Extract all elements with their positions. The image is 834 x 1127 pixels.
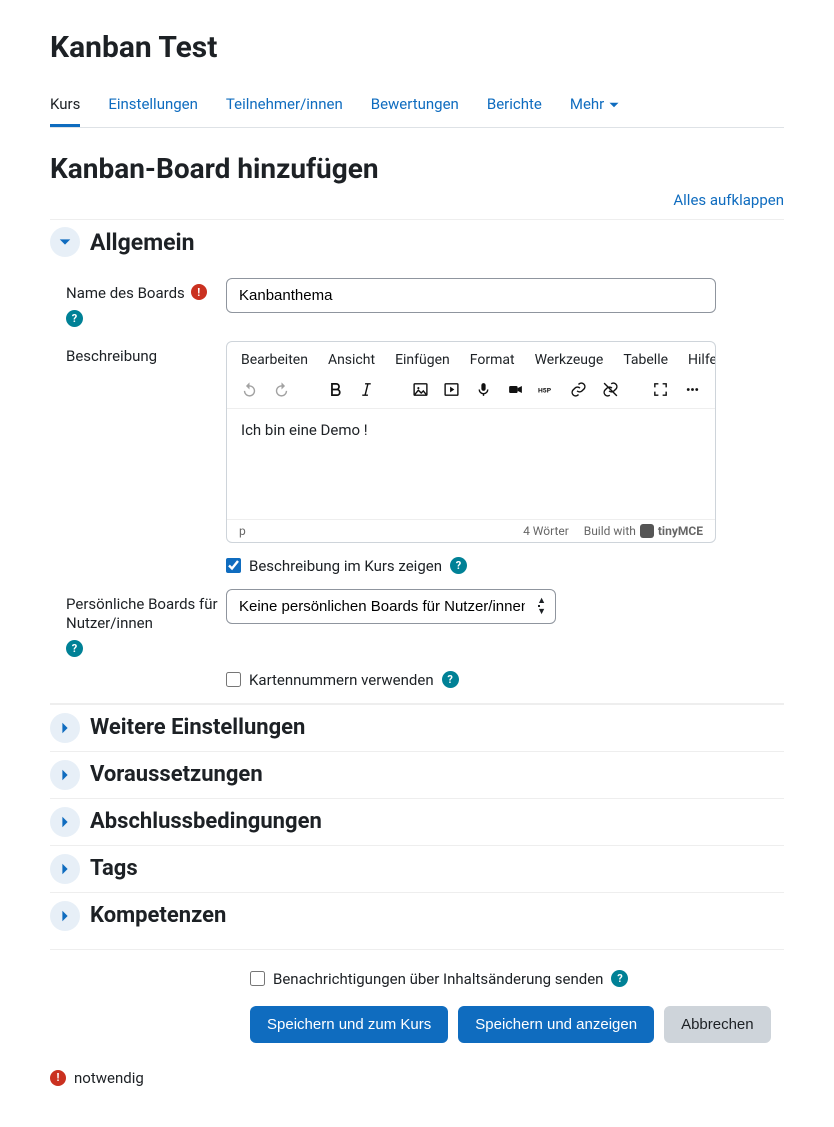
unlink-icon[interactable]	[601, 380, 619, 400]
redo-icon[interactable]	[273, 380, 291, 400]
tab-berichte[interactable]: Berichte	[487, 83, 542, 127]
menu-bearbeiten[interactable]: Bearbeiten	[241, 352, 308, 368]
select-arrows-icon: ▲▼	[537, 595, 546, 617]
word-count: 4 Wörter	[523, 524, 569, 538]
personal-boards-label: Persönliche Boards für Nutzer/innen	[66, 595, 226, 634]
desc-label: Beschreibung	[66, 347, 157, 367]
chevron-right-icon	[58, 862, 72, 876]
personal-boards-select[interactable]: Keine persönlichen Boards für Nutzer/inn…	[226, 589, 556, 624]
editor-toolbar: H5P	[227, 372, 715, 409]
menu-format[interactable]: Format	[470, 352, 515, 368]
tab-einstellungen[interactable]: Einstellungen	[108, 83, 198, 127]
notify-label: Benachrichtigungen über Inhaltsänderung …	[273, 970, 603, 988]
section-title: Abschlussbedingungen	[90, 809, 322, 834]
section-weitere-einstellungen[interactable]: Weitere Einstellungen	[50, 704, 784, 751]
section-title: Tags	[90, 856, 138, 881]
editor-content[interactable]: Ich bin eine Demo !	[227, 409, 715, 519]
link-icon[interactable]	[570, 380, 588, 400]
menu-werkzeuge[interactable]: Werkzeuge	[535, 352, 604, 368]
notify-checkbox[interactable]	[250, 971, 265, 986]
menu-einfuegen[interactable]: Einfügen	[395, 352, 450, 368]
section-title: Kompetenzen	[90, 903, 226, 928]
save-show-button[interactable]: Speichern und anzeigen	[458, 1006, 654, 1043]
chevron-right-icon	[58, 768, 72, 782]
chevron-right-icon	[58, 721, 72, 735]
section-kompetenzen[interactable]: Kompetenzen	[50, 892, 784, 939]
chevron-right-icon	[58, 909, 72, 923]
required-icon: !	[191, 284, 207, 300]
image-icon[interactable]	[412, 380, 430, 400]
menu-tabelle[interactable]: Tabelle	[623, 352, 668, 368]
cancel-button[interactable]: Abbrechen	[664, 1006, 771, 1043]
editor-menubar: Bearbeiten Ansicht Einfügen Format Werkz…	[227, 342, 715, 372]
more-toolbar-icon[interactable]	[683, 380, 701, 400]
show-description-label: Beschreibung im Kurs zeigen	[249, 557, 442, 575]
description-editor: Bearbeiten Ansicht Einfügen Format Werkz…	[226, 341, 716, 543]
help-icon[interactable]: ?	[66, 640, 83, 657]
required-legend-text: notwendig	[74, 1069, 144, 1087]
record-audio-icon[interactable]	[475, 380, 493, 400]
expand-toggle[interactable]	[50, 901, 80, 931]
media-icon[interactable]	[443, 380, 461, 400]
course-tabs: Kurs Einstellungen Teilnehmer/innen Bewe…	[50, 83, 784, 128]
tab-kurs[interactable]: Kurs	[50, 83, 80, 127]
bold-icon[interactable]	[326, 380, 344, 400]
tab-more-label: Mehr	[570, 95, 604, 113]
record-video-icon[interactable]	[506, 380, 524, 400]
h5p-icon[interactable]: H5P	[538, 380, 556, 400]
tab-teilnehmer[interactable]: Teilnehmer/innen	[226, 83, 343, 127]
section-general-header[interactable]: Allgemein	[50, 219, 784, 264]
tinymce-logo-icon	[640, 524, 654, 538]
help-icon[interactable]: ?	[611, 970, 628, 987]
section-voraussetzungen[interactable]: Voraussetzungen	[50, 751, 784, 798]
chevron-right-icon	[58, 815, 72, 829]
page-heading: Kanban-Board hinzufügen	[50, 152, 784, 185]
fullscreen-icon[interactable]	[652, 380, 670, 400]
tab-bewertungen[interactable]: Bewertungen	[371, 83, 459, 127]
editor-path: p	[239, 524, 246, 538]
name-label: Name des Boards	[66, 284, 185, 304]
svg-text:H5P: H5P	[538, 386, 552, 394]
menu-ansicht[interactable]: Ansicht	[328, 352, 375, 368]
menu-hilfe[interactable]: Hilfe	[688, 352, 716, 368]
required-icon: !	[50, 1070, 66, 1086]
help-icon[interactable]: ?	[450, 557, 467, 574]
help-icon[interactable]: ?	[442, 671, 459, 688]
section-title: Voraussetzungen	[90, 762, 263, 787]
expand-toggle[interactable]	[50, 807, 80, 837]
board-name-input[interactable]	[226, 278, 716, 313]
chevron-down-icon	[58, 235, 72, 249]
section-abschlussbedingungen[interactable]: Abschlussbedingungen	[50, 798, 784, 845]
italic-icon[interactable]	[358, 380, 376, 400]
tinymce-badge: Build with tinyMCE	[584, 524, 703, 538]
section-title: Weitere Einstellungen	[90, 715, 305, 740]
card-numbers-checkbox[interactable]	[226, 672, 241, 687]
tab-more[interactable]: Mehr	[570, 83, 620, 127]
section-general-title: Allgemein	[90, 229, 195, 256]
show-description-checkbox[interactable]	[226, 558, 241, 573]
expand-toggle[interactable]	[50, 854, 80, 884]
section-tags[interactable]: Tags	[50, 845, 784, 892]
expand-toggle[interactable]	[50, 760, 80, 790]
collapse-toggle[interactable]	[50, 227, 80, 257]
save-return-button[interactable]: Speichern und zum Kurs	[250, 1006, 448, 1043]
undo-icon[interactable]	[241, 380, 259, 400]
help-icon[interactable]: ?	[66, 310, 83, 327]
course-title: Kanban Test	[50, 30, 784, 65]
chevron-down-icon	[608, 99, 620, 111]
card-numbers-label: Kartennummern verwenden	[249, 671, 434, 689]
expand-toggle[interactable]	[50, 713, 80, 743]
expand-all-link[interactable]: Alles aufklappen	[50, 191, 784, 209]
